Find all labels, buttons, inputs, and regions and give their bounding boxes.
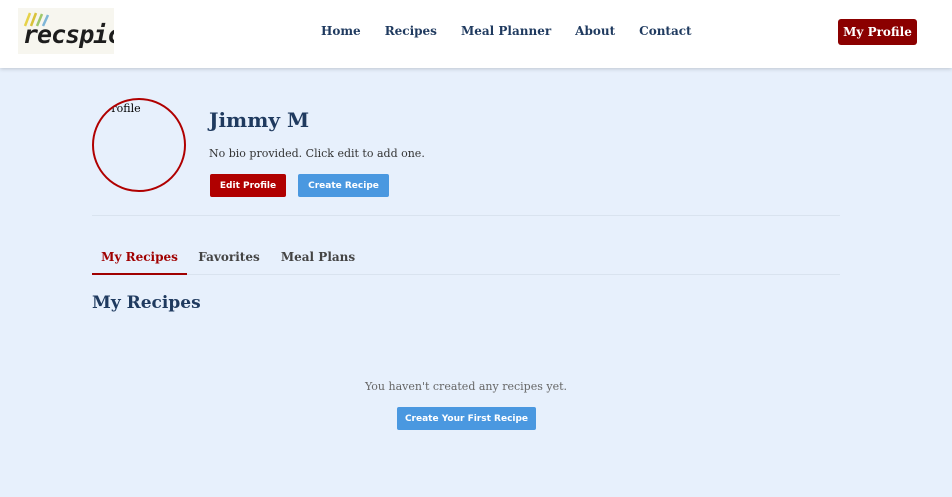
main-nav: Home Recipes Meal Planner About Contact — [321, 24, 716, 38]
top-navbar: recspicy Home Recipes Meal Planner About… — [0, 0, 952, 68]
tab-my-recipes[interactable]: My Recipes — [92, 238, 187, 275]
nav-link-contact[interactable]: Contact — [639, 24, 691, 38]
create-first-recipe-button[interactable]: Create Your First Recipe — [397, 407, 536, 430]
nav-link-home[interactable]: Home — [321, 24, 361, 38]
nav-link-about[interactable]: About — [575, 24, 615, 38]
nav-link-meal-planner[interactable]: Meal Planner — [461, 24, 551, 38]
section-title: My Recipes — [92, 293, 201, 313]
my-profile-button[interactable]: My Profile — [838, 19, 917, 45]
avatar-alt-text: Profile — [104, 102, 141, 115]
logo-text: recspicy — [23, 20, 114, 49]
profile-divider — [92, 215, 840, 216]
create-recipe-button[interactable]: Create Recipe — [298, 174, 389, 197]
profile-name: Jimmy M — [209, 108, 310, 132]
empty-state-message: You haven't created any recipes yet. — [365, 380, 567, 393]
avatar: Profile — [92, 98, 186, 192]
tab-meal-plans[interactable]: Meal Plans — [281, 238, 355, 275]
edit-profile-button[interactable]: Edit Profile — [210, 174, 286, 197]
nav-link-recipes[interactable]: Recipes — [385, 24, 437, 38]
profile-tabs: My Recipes Favorites Meal Plans — [92, 238, 840, 275]
profile-bio: No bio provided. Click edit to add one. — [209, 147, 425, 160]
site-logo[interactable]: recspicy — [18, 8, 114, 54]
tab-favorites[interactable]: Favorites — [196, 238, 262, 275]
